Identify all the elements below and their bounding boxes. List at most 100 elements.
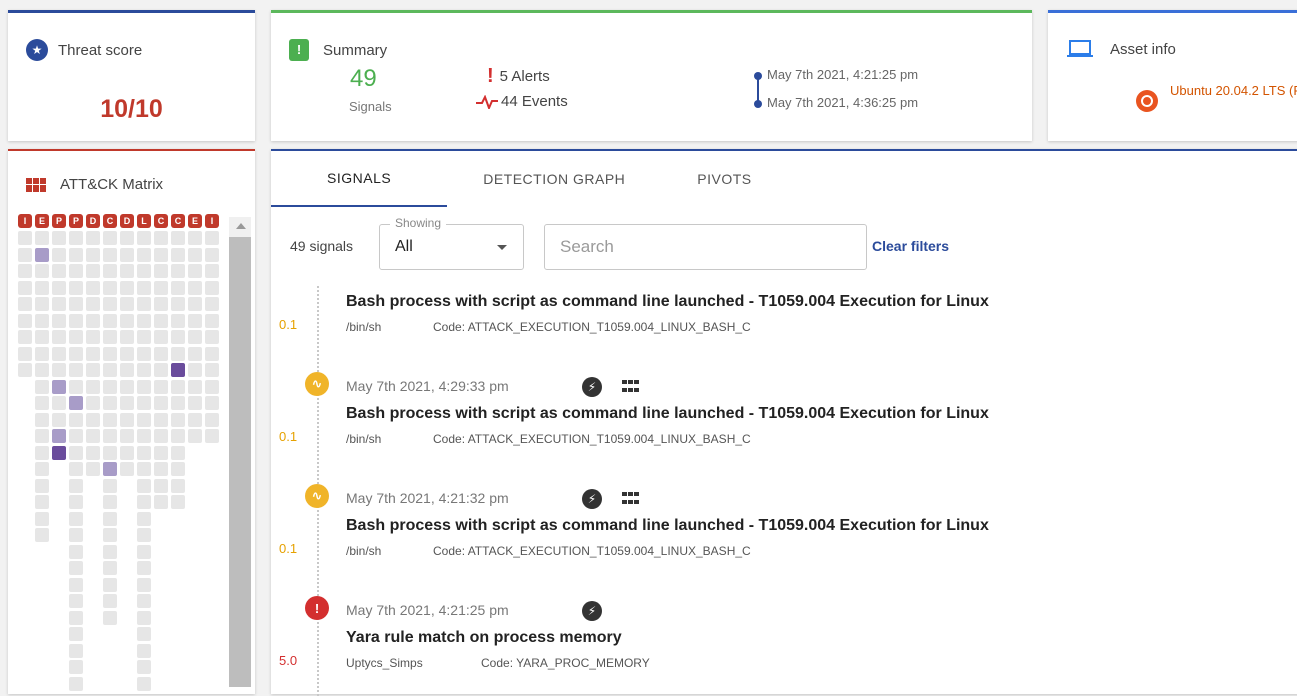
technique-cell[interactable]	[137, 297, 151, 311]
technique-cell[interactable]	[86, 264, 100, 278]
technique-cell[interactable]	[103, 297, 117, 311]
signal-title[interactable]: Yara rule match on process memory	[346, 629, 622, 647]
technique-cell[interactable]	[86, 247, 100, 262]
signal-title[interactable]: Bash process with script as command line…	[346, 405, 989, 423]
technique-cell[interactable]	[120, 412, 134, 427]
asset-os[interactable]: Ubuntu 20.04.2 LTS (Focal Fossa)	[1170, 83, 1297, 99]
matrix-grid-icon[interactable]	[622, 380, 640, 394]
technique-cell[interactable]	[137, 396, 151, 410]
technique-cell[interactable]	[18, 231, 32, 245]
technique-cell[interactable]	[171, 478, 185, 493]
technique-cell[interactable]	[137, 610, 151, 625]
technique-cell[interactable]	[18, 280, 32, 295]
technique-cell[interactable]	[35, 313, 49, 328]
technique-cell[interactable]	[188, 346, 202, 361]
technique-cell[interactable]	[171, 313, 185, 328]
technique-cell[interactable]	[137, 247, 151, 262]
technique-cell[interactable]	[69, 561, 83, 575]
technique-cell[interactable]	[137, 528, 151, 542]
scrollbar-thumb[interactable]	[229, 237, 251, 687]
technique-cell[interactable]	[205, 264, 219, 278]
technique-cell[interactable]	[171, 247, 185, 262]
technique-cell[interactable]	[120, 379, 134, 394]
technique-cell[interactable]	[35, 462, 49, 476]
technique-cell[interactable]	[86, 412, 100, 427]
technique-cell[interactable]	[52, 231, 66, 245]
technique-cell[interactable]	[205, 379, 219, 394]
technique-cell[interactable]	[137, 346, 151, 361]
technique-cell[interactable]	[35, 330, 49, 344]
tactic-header[interactable]: I	[18, 214, 32, 228]
technique-cell[interactable]	[69, 247, 83, 262]
technique-cell[interactable]	[171, 396, 185, 410]
technique-cell[interactable]	[35, 429, 49, 443]
technique-cell[interactable]	[35, 297, 49, 311]
technique-cell[interactable]	[86, 330, 100, 344]
technique-cell[interactable]	[171, 280, 185, 295]
technique-cell[interactable]	[137, 495, 151, 509]
search-input[interactable]	[544, 224, 867, 270]
technique-cell[interactable]	[52, 363, 66, 377]
technique-cell[interactable]	[103, 346, 117, 361]
showing-select[interactable]: Showing All	[379, 216, 524, 270]
technique-cell[interactable]	[86, 379, 100, 394]
technique-cell[interactable]	[69, 313, 83, 328]
tab-signals[interactable]: SIGNALS	[271, 151, 448, 207]
technique-cell[interactable]	[120, 313, 134, 328]
technique-cell[interactable]	[154, 379, 168, 394]
technique-cell[interactable]	[120, 429, 134, 443]
technique-cell[interactable]	[137, 379, 151, 394]
technique-cell[interactable]	[103, 478, 117, 493]
technique-cell[interactable]	[137, 330, 151, 344]
clear-filters-link[interactable]: Clear filters	[872, 238, 949, 254]
technique-cell[interactable]	[171, 346, 185, 361]
technique-cell[interactable]	[35, 247, 49, 262]
technique-cell[interactable]	[137, 462, 151, 476]
technique-cell[interactable]	[205, 396, 219, 410]
technique-cell[interactable]	[86, 231, 100, 245]
technique-cell[interactable]	[52, 330, 66, 344]
technique-cell[interactable]	[188, 363, 202, 377]
technique-cell[interactable]	[171, 412, 185, 427]
technique-cell[interactable]	[35, 280, 49, 295]
technique-cell[interactable]	[103, 610, 117, 625]
tactic-header[interactable]: D	[86, 214, 100, 228]
technique-cell[interactable]	[120, 297, 134, 311]
technique-cell[interactable]	[103, 280, 117, 295]
technique-cell[interactable]	[120, 346, 134, 361]
technique-cell[interactable]	[103, 264, 117, 278]
tactic-header[interactable]: C	[103, 214, 117, 228]
technique-cell[interactable]	[69, 478, 83, 493]
technique-cell[interactable]	[18, 330, 32, 344]
technique-cell[interactable]	[171, 231, 185, 245]
technique-cell[interactable]	[188, 429, 202, 443]
technique-cell[interactable]	[205, 363, 219, 377]
technique-cell[interactable]	[154, 429, 168, 443]
technique-cell[interactable]	[137, 363, 151, 377]
technique-cell[interactable]	[52, 412, 66, 427]
tab-pivots[interactable]: PIVOTS	[661, 151, 787, 207]
technique-cell[interactable]	[137, 478, 151, 493]
technique-cell[interactable]	[154, 297, 168, 311]
technique-cell[interactable]	[137, 445, 151, 460]
technique-cell[interactable]	[137, 429, 151, 443]
technique-cell[interactable]	[69, 676, 83, 691]
technique-cell[interactable]	[171, 462, 185, 476]
technique-cell[interactable]	[86, 313, 100, 328]
technique-cell[interactable]	[35, 346, 49, 361]
technique-cell[interactable]	[69, 627, 83, 641]
technique-cell[interactable]	[137, 280, 151, 295]
technique-cell[interactable]	[137, 660, 151, 674]
technique-cell[interactable]	[103, 247, 117, 262]
scroll-up-icon[interactable]	[236, 223, 246, 229]
technique-cell[interactable]	[188, 412, 202, 427]
technique-cell[interactable]	[154, 495, 168, 509]
technique-cell[interactable]	[137, 577, 151, 592]
technique-cell[interactable]	[171, 445, 185, 460]
technique-cell[interactable]	[205, 280, 219, 295]
technique-cell[interactable]	[171, 379, 185, 394]
technique-cell[interactable]	[188, 379, 202, 394]
technique-cell[interactable]	[171, 429, 185, 443]
technique-cell[interactable]	[52, 264, 66, 278]
technique-cell[interactable]	[86, 346, 100, 361]
